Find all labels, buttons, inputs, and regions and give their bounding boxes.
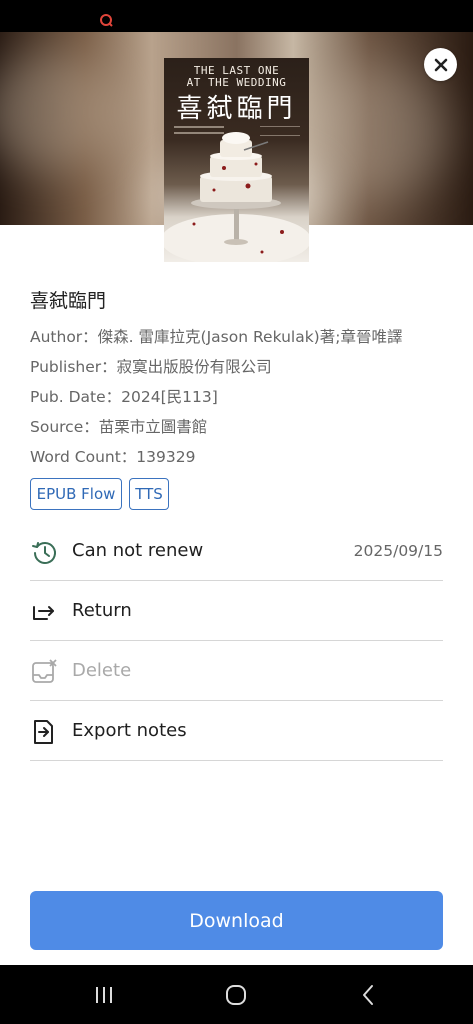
home-icon — [226, 985, 246, 1005]
return-label: Return — [72, 600, 132, 621]
home-button[interactable] — [222, 981, 250, 1009]
book-cover: THE LAST ONE AT THE WEDDING 喜弑臨門 — [164, 58, 309, 262]
due-date: 2025/09/15 — [353, 542, 443, 560]
close-button[interactable] — [424, 48, 457, 81]
delete-label: Delete — [72, 660, 132, 681]
system-nav-bar — [0, 965, 473, 1024]
format-tag-epub: EPUB Flow — [30, 478, 122, 510]
recent-apps-button[interactable] — [90, 981, 118, 1009]
publisher-line: Publisher：寂寞出版股份有限公司 — [30, 358, 272, 376]
pub-date-line: Pub. Date：2024[民113] — [30, 388, 218, 406]
delete-tray-icon — [32, 659, 57, 683]
word-count-line: Word Count：139329 — [30, 448, 196, 466]
renew-label: Can not renew — [72, 540, 204, 561]
status-bar — [0, 0, 473, 32]
recent-apps-icon — [96, 987, 112, 1003]
cover-english-title: THE LAST ONE AT THE WEDDING — [186, 64, 287, 89]
format-tag-tts: TTS — [129, 478, 169, 510]
return-arrow-icon — [33, 606, 54, 620]
back-button[interactable] — [354, 981, 382, 1009]
delete-row[interactable]: Delete — [30, 641, 443, 701]
export-notes-row[interactable]: Export notes — [30, 701, 443, 761]
cake-illustration — [164, 132, 309, 262]
history-icon — [32, 542, 56, 564]
cover-chinese-title: 喜弑臨門 — [176, 94, 297, 124]
author-line: Author：傑森. 雷庫拉克(Jason Rekulak)著;章晉唯譯 — [30, 328, 403, 346]
back-icon — [363, 985, 373, 1005]
export-file-icon — [34, 720, 53, 744]
renew-row[interactable]: Can not renew 2025/09/15 — [30, 521, 443, 581]
return-row[interactable]: Return — [30, 581, 443, 641]
export-notes-label: Export notes — [72, 720, 187, 741]
book-title: 喜弑臨門 — [30, 290, 107, 312]
download-button[interactable]: Download — [30, 891, 443, 950]
source-line: Source：苗栗市立圖書館 — [30, 418, 208, 436]
notification-icon — [100, 14, 113, 27]
close-icon — [434, 58, 447, 71]
